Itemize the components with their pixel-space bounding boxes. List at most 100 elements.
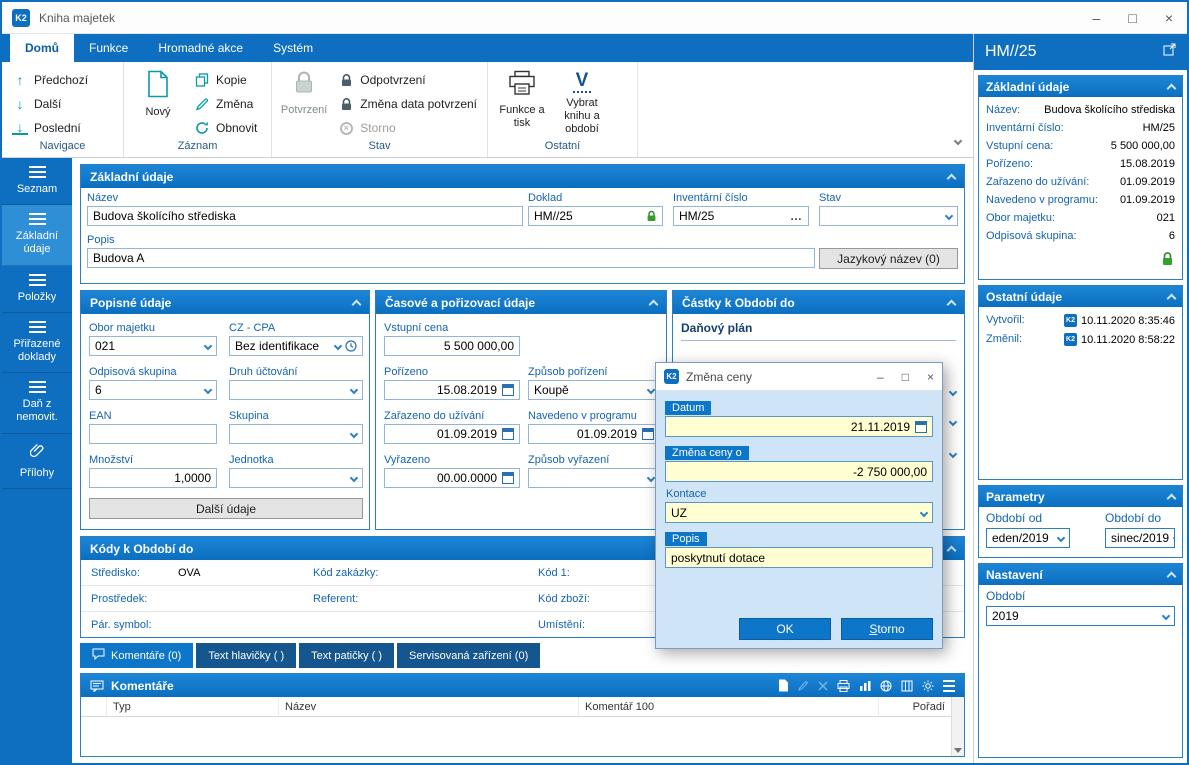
popis-input[interactable]: poskytnutí dotace bbox=[665, 547, 933, 568]
tab-text-hlavicky[interactable]: Text hlavičky ( ) bbox=[196, 643, 297, 668]
tab-text-paticky[interactable]: Text patičky ( ) bbox=[299, 643, 395, 668]
close-button[interactable]: × bbox=[1165, 10, 1173, 26]
expand-icon[interactable] bbox=[1163, 43, 1176, 61]
calendar-icon[interactable] bbox=[502, 428, 514, 440]
dropdown-button[interactable] bbox=[346, 429, 359, 439]
column-komentar[interactable]: Komentář 100 bbox=[579, 697, 879, 716]
zmena-ceny-input[interactable]: -2 750 000,00 bbox=[665, 461, 933, 482]
menu-icon[interactable] bbox=[943, 679, 955, 692]
tab-komentare[interactable]: Komentáře (0) bbox=[80, 643, 194, 668]
change-button[interactable]: Změna bbox=[188, 92, 263, 116]
dropdown-button[interactable] bbox=[643, 473, 656, 483]
dropdown-button[interactable] bbox=[643, 385, 656, 395]
obdobi-od-input[interactable]: eden/2019 bbox=[986, 528, 1070, 548]
inventarni-cislo-input[interactable]: HM/25 … bbox=[673, 206, 809, 226]
kontace-input[interactable]: UZ bbox=[665, 502, 933, 523]
select-book-period-button[interactable]: V Vybrat knihu a období bbox=[552, 65, 612, 137]
collapse-icon[interactable] bbox=[946, 173, 957, 183]
dropdown-button[interactable] bbox=[346, 473, 359, 483]
navedeno-input[interactable]: 01.09.2019 bbox=[528, 424, 660, 444]
vstupni-cena-input[interactable]: 5 500 000,00 bbox=[384, 336, 520, 356]
functions-print-button[interactable]: Funkce a tisk bbox=[492, 65, 552, 131]
column-nazev[interactable]: Název bbox=[279, 697, 579, 716]
popis-input[interactable]: Budova A bbox=[87, 248, 815, 268]
vyrazeno-input[interactable]: 00.00.0000 bbox=[384, 468, 520, 488]
change-confirm-date-button[interactable]: Změna data potvrzení bbox=[332, 92, 483, 116]
dialog-minimize-button[interactable]: – bbox=[877, 370, 884, 384]
ribbon-collapse-button[interactable] bbox=[953, 131, 963, 149]
skupina-input[interactable] bbox=[229, 424, 363, 444]
odpisova-skupina-input[interactable]: 6 bbox=[89, 380, 217, 400]
dropdown-button[interactable] bbox=[945, 417, 958, 427]
collapse-icon[interactable] bbox=[648, 299, 659, 309]
dropdown-button[interactable] bbox=[1158, 611, 1171, 621]
collapse-icon[interactable] bbox=[1166, 293, 1177, 303]
porizeno-input[interactable]: 15.08.2019 bbox=[384, 380, 520, 400]
dropdown-button[interactable] bbox=[200, 385, 213, 395]
tab-hromadne-akce[interactable]: Hromadné akce bbox=[143, 34, 258, 62]
stav-input[interactable] bbox=[819, 206, 958, 226]
refresh-button[interactable]: Obnovit bbox=[188, 116, 263, 140]
sidebar-item-dan-z-nemovitosti[interactable]: Daň z nemovit. bbox=[2, 373, 72, 434]
more-data-button[interactable]: Další údaje bbox=[89, 498, 363, 519]
sidebar-item-zakladni-udaje[interactable]: Základní údaje bbox=[2, 205, 72, 266]
zarazeno-input[interactable]: 01.09.2019 bbox=[384, 424, 520, 444]
dropdown-button[interactable] bbox=[200, 341, 213, 351]
last-button[interactable]: ↓ Poslední bbox=[6, 116, 119, 140]
tab-funkce[interactable]: Funkce bbox=[74, 34, 143, 62]
obdobi-input[interactable]: 2019 bbox=[986, 606, 1175, 626]
sidebar-item-seznam[interactable]: Seznam bbox=[2, 158, 72, 206]
language-name-button[interactable]: Jazykový název (0) bbox=[819, 248, 958, 269]
dropdown-button[interactable] bbox=[1053, 533, 1066, 543]
comments-table-body[interactable] bbox=[81, 717, 951, 756]
columns-icon[interactable] bbox=[901, 680, 913, 692]
collapse-icon[interactable] bbox=[351, 299, 362, 309]
clock-icon[interactable] bbox=[345, 340, 357, 352]
more-button[interactable]: … bbox=[790, 209, 803, 223]
minimize-button[interactable]: – bbox=[1093, 10, 1101, 26]
collapse-icon[interactable] bbox=[1166, 493, 1177, 503]
next-button[interactable]: ↓ Další bbox=[6, 92, 119, 116]
column-poradi[interactable]: Pořadí bbox=[879, 697, 951, 716]
collapse-icon[interactable] bbox=[946, 545, 957, 555]
dialog-close-button[interactable]: × bbox=[927, 370, 934, 384]
calendar-icon[interactable] bbox=[642, 428, 654, 440]
ok-button[interactable]: OK bbox=[739, 618, 831, 640]
druh-uctovani-input[interactable] bbox=[229, 380, 363, 400]
collapse-icon[interactable] bbox=[1166, 571, 1177, 581]
dropdown-button[interactable] bbox=[1169, 533, 1174, 543]
calendar-icon[interactable] bbox=[915, 420, 927, 433]
obor-majetku-input[interactable]: 021 bbox=[89, 336, 217, 356]
globe-icon[interactable] bbox=[880, 680, 892, 692]
printer-icon[interactable] bbox=[837, 679, 850, 692]
collapse-icon[interactable] bbox=[1166, 83, 1177, 93]
previous-button[interactable]: ↑ Předchozí bbox=[6, 68, 119, 92]
mnozstvi-input[interactable]: 1,0000 bbox=[89, 468, 217, 488]
new-comment-icon[interactable] bbox=[778, 679, 789, 692]
dropdown-button[interactable] bbox=[941, 211, 954, 221]
dialog-maximize-button[interactable]: □ bbox=[902, 370, 909, 384]
dropdown-button[interactable] bbox=[945, 387, 958, 397]
storno-button[interactable]: Storno bbox=[841, 618, 933, 640]
cz-cpa-input[interactable]: Bez identifikace bbox=[229, 336, 363, 356]
dropdown-button[interactable] bbox=[346, 385, 359, 395]
datum-input[interactable]: 21.11.2019 bbox=[665, 416, 933, 437]
unconfirm-button[interactable]: Odpotvrzení bbox=[332, 68, 483, 92]
tab-system[interactable]: Systém bbox=[258, 34, 328, 62]
ean-input[interactable] bbox=[89, 424, 217, 444]
column-typ[interactable]: Typ bbox=[107, 697, 279, 716]
doklad-input[interactable]: HM//25 bbox=[528, 206, 663, 226]
dropdown-button[interactable] bbox=[916, 508, 929, 517]
dropdown-button[interactable] bbox=[945, 449, 958, 459]
calendar-icon[interactable] bbox=[502, 384, 514, 396]
vertical-scrollbar[interactable] bbox=[951, 697, 964, 756]
scroll-down-icon[interactable] bbox=[954, 748, 962, 753]
zpusob-porizeni-input[interactable]: Koupě bbox=[528, 380, 660, 400]
settings-icon[interactable] bbox=[922, 680, 934, 692]
sidebar-item-prilohy[interactable]: Přílohy bbox=[2, 434, 72, 489]
maximize-button[interactable]: □ bbox=[1128, 10, 1136, 26]
tab-servisovana-zarizeni[interactable]: Servisovaná zařízení (0) bbox=[397, 643, 541, 668]
jednotka-input[interactable] bbox=[229, 468, 363, 488]
obdobi-do-input[interactable]: sinec/2019 bbox=[1105, 528, 1175, 548]
collapse-icon[interactable] bbox=[946, 299, 957, 309]
